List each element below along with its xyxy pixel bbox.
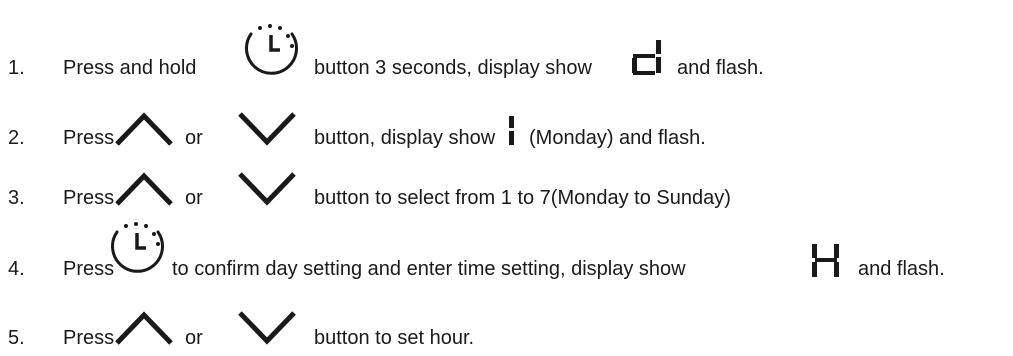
step-3: 3. Press or button to select from 1 to 7… [0, 145, 1013, 209]
step-text: button to set hour. [314, 327, 475, 349]
step-number: 5. [8, 327, 25, 349]
up-arrow-icon [113, 309, 175, 347]
step-text: Press [63, 187, 115, 209]
step-2: 2. Press or button, display show (Monday… [0, 85, 1013, 149]
step-number: 1. [8, 57, 25, 79]
step-5: 5. Press or button to set hour. [0, 285, 1013, 349]
step-1: 1. Press and hold button 3 seconds, disp… [0, 20, 1013, 80]
step-text: button 3 seconds, display show [314, 57, 592, 79]
step-text: button to select from 1 to 7(Monday to S… [314, 187, 731, 209]
clock-timer-icon [104, 218, 170, 276]
down-arrow-icon [236, 170, 298, 208]
clock-timer-icon [238, 22, 304, 78]
step-4: 4. Press to confirm day setting and ente… [0, 216, 1013, 280]
up-arrow-icon [113, 170, 175, 208]
step-number: 3. [8, 187, 25, 209]
step-text: to confirm day setting and enter time se… [172, 258, 686, 280]
segment-1-icon [506, 116, 518, 146]
step-text: and flash. [858, 258, 945, 280]
up-arrow-icon [113, 110, 175, 148]
step-text: or [185, 327, 203, 349]
step-text: and flash. [677, 57, 764, 79]
step-text: or [185, 187, 203, 209]
down-arrow-icon [236, 110, 298, 148]
segment-d-icon [630, 40, 666, 76]
step-text: Press and hold [63, 57, 197, 79]
down-arrow-icon [236, 309, 298, 347]
step-text: Press [63, 327, 115, 349]
segment-h-icon [812, 244, 842, 278]
step-number: 4. [8, 258, 25, 280]
